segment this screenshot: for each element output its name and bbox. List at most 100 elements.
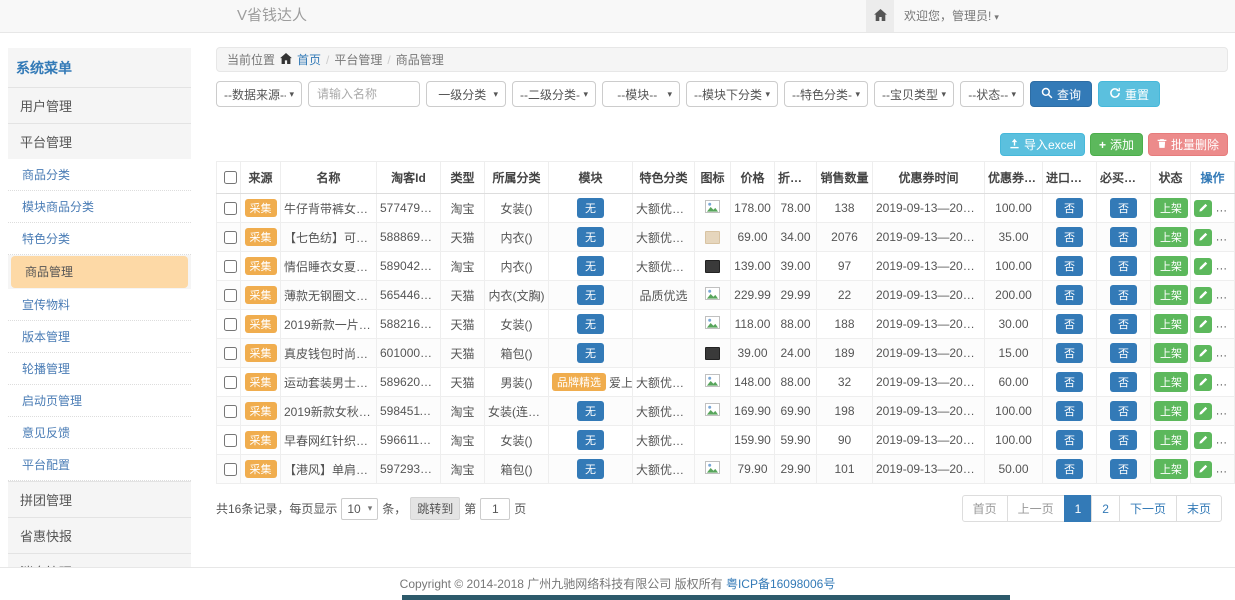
import-choice-toggle[interactable]: 否 — [1056, 285, 1083, 305]
sidebar-item-user-management[interactable]: 用户管理 — [8, 87, 191, 123]
import-choice-toggle[interactable]: 否 — [1056, 459, 1083, 479]
import-choice-toggle[interactable]: 否 — [1056, 401, 1083, 421]
filter-select-data-source[interactable]: --数据来源--▾ — [216, 81, 302, 107]
edit-button[interactable] — [1194, 403, 1212, 420]
filter-select-status[interactable]: --状态--▾ — [960, 81, 1024, 107]
page-button-1[interactable]: 1 — [1064, 495, 1093, 522]
must-buy-toggle[interactable]: 否 — [1110, 372, 1137, 392]
jump-page-input[interactable] — [480, 498, 510, 520]
search-button[interactable]: 查询 — [1030, 81, 1092, 107]
delete-button[interactable] — [1215, 403, 1233, 420]
row-checkbox[interactable] — [224, 289, 237, 302]
import-excel-button[interactable]: 导入excel — [1000, 133, 1085, 156]
status-toggle[interactable]: 上架 — [1154, 459, 1188, 479]
sidebar-item-savings-news[interactable]: 省惠快报 — [8, 517, 191, 553]
import-choice-toggle[interactable]: 否 — [1056, 372, 1083, 392]
edit-button[interactable] — [1194, 345, 1212, 362]
sidebar-item-version-management[interactable]: 版本管理 — [8, 321, 191, 353]
status-toggle[interactable]: 上架 — [1154, 401, 1188, 421]
batch-delete-button[interactable]: 批量删除 — [1148, 133, 1228, 156]
import-choice-toggle[interactable]: 否 — [1056, 343, 1083, 363]
delete-button[interactable] — [1215, 258, 1233, 275]
delete-button[interactable] — [1215, 200, 1233, 217]
page-size-select[interactable]: 10▾ — [341, 498, 378, 520]
module-badge[interactable]: 无 — [577, 285, 604, 305]
module-badge[interactable]: 无 — [577, 314, 604, 334]
sidebar-item-module-product-category[interactable]: 模块商品分类 — [8, 191, 191, 223]
sidebar-item-platform-config[interactable]: 平台配置 — [8, 449, 191, 481]
row-checkbox[interactable] — [224, 318, 237, 331]
name-search-input[interactable] — [308, 81, 420, 107]
add-button[interactable]: + 添加 — [1090, 133, 1143, 156]
page-button-下一页[interactable]: 下一页 — [1119, 495, 1177, 522]
sidebar-item-splash-page-management[interactable]: 启动页管理 — [8, 385, 191, 417]
edit-button[interactable] — [1194, 258, 1212, 275]
must-buy-toggle[interactable]: 否 — [1110, 227, 1137, 247]
must-buy-toggle[interactable]: 否 — [1110, 198, 1137, 218]
status-toggle[interactable]: 上架 — [1154, 372, 1188, 392]
module-badge[interactable]: 无 — [577, 459, 604, 479]
status-toggle[interactable]: 上架 — [1154, 285, 1188, 305]
delete-button[interactable] — [1215, 461, 1233, 478]
status-toggle[interactable]: 上架 — [1154, 198, 1188, 218]
row-checkbox[interactable] — [224, 463, 237, 476]
module-badge[interactable]: 无 — [577, 343, 604, 363]
row-checkbox[interactable] — [224, 347, 237, 360]
filter-select-module[interactable]: --模块--▾ — [602, 81, 680, 107]
filter-select-item-type[interactable]: --宝贝类型--▾ — [874, 81, 954, 107]
import-choice-toggle[interactable]: 否 — [1056, 256, 1083, 276]
module-badge[interactable]: 无 — [577, 227, 604, 247]
sidebar-item-platform-management[interactable]: 平台管理 — [8, 123, 191, 159]
edit-button[interactable] — [1194, 287, 1212, 304]
sidebar-item-promo-materials[interactable]: 宣传物料 — [8, 289, 191, 321]
module-badge[interactable]: 品牌精选 — [552, 373, 606, 391]
edit-button[interactable] — [1194, 316, 1212, 333]
delete-button[interactable] — [1215, 287, 1233, 304]
module-badge[interactable]: 无 — [577, 256, 604, 276]
row-checkbox[interactable] — [224, 434, 237, 447]
row-checkbox[interactable] — [224, 231, 237, 244]
row-checkbox[interactable] — [224, 202, 237, 215]
sidebar-item-feedback[interactable]: 意见反馈 — [8, 417, 191, 449]
filter-select-module-subcategory[interactable]: --模块下分类--▾ — [686, 81, 778, 107]
page-button-2[interactable]: 2 — [1091, 495, 1120, 522]
delete-button[interactable] — [1215, 374, 1233, 391]
delete-button[interactable] — [1215, 316, 1233, 333]
sidebar-item-product-management[interactable]: 商品管理 — [11, 256, 188, 288]
must-buy-toggle[interactable]: 否 — [1110, 343, 1137, 363]
must-buy-toggle[interactable]: 否 — [1110, 314, 1137, 334]
delete-button[interactable] — [1215, 345, 1233, 362]
filter-select-level1-category[interactable]: 一级分类▾ — [426, 81, 506, 107]
sidebar-item-product-category[interactable]: 商品分类 — [8, 159, 191, 191]
status-toggle[interactable]: 上架 — [1154, 314, 1188, 334]
row-checkbox[interactable] — [224, 260, 237, 273]
reset-button[interactable]: 重置 — [1098, 81, 1160, 107]
sidebar-item-feature-category[interactable]: 特色分类 — [8, 223, 191, 255]
status-toggle[interactable]: 上架 — [1154, 430, 1188, 450]
row-checkbox[interactable] — [224, 376, 237, 389]
sidebar-item-group-buy-management[interactable]: 拼团管理 — [8, 481, 191, 517]
home-button[interactable] — [866, 0, 894, 32]
status-toggle[interactable]: 上架 — [1154, 343, 1188, 363]
jump-button[interactable]: 跳转到 — [410, 497, 460, 520]
must-buy-toggle[interactable]: 否 — [1110, 285, 1137, 305]
edit-button[interactable] — [1194, 432, 1212, 449]
row-checkbox[interactable] — [224, 405, 237, 418]
must-buy-toggle[interactable]: 否 — [1110, 430, 1137, 450]
status-toggle[interactable]: 上架 — [1154, 227, 1188, 247]
page-button-末页[interactable]: 末页 — [1176, 495, 1222, 522]
sidebar-item-carousel-management[interactable]: 轮播管理 — [8, 353, 191, 385]
delete-button[interactable] — [1215, 229, 1233, 246]
must-buy-toggle[interactable]: 否 — [1110, 459, 1137, 479]
status-toggle[interactable]: 上架 — [1154, 256, 1188, 276]
icp-link[interactable]: 粤ICP备16098006号 — [726, 577, 835, 591]
filter-select-feature-category[interactable]: --特色分类--▾ — [784, 81, 868, 107]
module-badge[interactable]: 无 — [577, 198, 604, 218]
user-menu[interactable]: 欢迎您，管理员!▾ — [904, 0, 999, 33]
edit-button[interactable] — [1194, 200, 1212, 217]
must-buy-toggle[interactable]: 否 — [1110, 401, 1137, 421]
import-choice-toggle[interactable]: 否 — [1056, 314, 1083, 334]
filter-select-level2-category[interactable]: --二级分类--▾ — [512, 81, 596, 107]
edit-button[interactable] — [1194, 374, 1212, 391]
import-choice-toggle[interactable]: 否 — [1056, 227, 1083, 247]
